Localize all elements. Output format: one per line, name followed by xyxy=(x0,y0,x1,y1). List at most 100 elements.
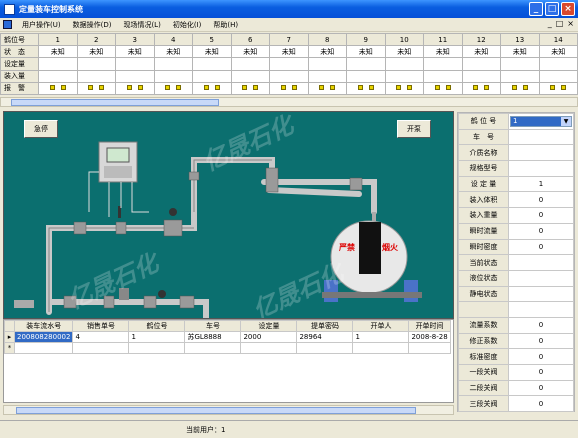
value-cell xyxy=(153,69,193,83)
start-pump-button[interactable]: 开泵 xyxy=(397,120,431,138)
detail-row: 流量系数 0 xyxy=(458,316,574,334)
detail-value: 0 xyxy=(508,348,574,365)
grid-cell[interactable]: 28964 xyxy=(296,331,354,343)
detail-row: 一段关阀 0 xyxy=(458,364,574,381)
column-header[interactable]: 车号 xyxy=(184,320,242,332)
detail-row: 介质名称 xyxy=(458,144,574,162)
app-icon xyxy=(4,3,15,15)
column-header[interactable]: 开单时间 xyxy=(408,320,451,332)
close-button[interactable]: × xyxy=(561,2,575,16)
chevron-down-icon[interactable]: ▼ xyxy=(561,116,571,126)
new-row-icon: * xyxy=(4,342,15,354)
detail-label: 当前状态 xyxy=(458,254,509,271)
top-horizontal-scrollbar[interactable] xyxy=(0,97,578,107)
crane-column-header: 4 xyxy=(153,32,193,47)
value-cell xyxy=(230,69,270,83)
grid-cell[interactable]: 2008-8-28 xyxy=(408,331,451,343)
alarm-indicator-icon xyxy=(522,85,528,91)
alarm-cell xyxy=(307,81,347,96)
menu-init[interactable]: 初始化(I) xyxy=(167,20,208,30)
column-header[interactable]: 设定量 xyxy=(240,320,298,332)
mdi-close-button[interactable]: × xyxy=(567,19,574,28)
mdi-minimize-button[interactable]: _ xyxy=(548,19,552,28)
scrollbar-thumb[interactable] xyxy=(16,407,416,414)
value-cell xyxy=(76,57,116,71)
new-row[interactable]: * xyxy=(4,342,451,354)
alarm-indicator-icon xyxy=(280,85,286,91)
detail-label: 车 号 xyxy=(458,128,509,146)
crane-column-header: 2 xyxy=(76,32,116,47)
detail-row: 装入重量 0 xyxy=(458,207,574,224)
maximize-button[interactable]: □ xyxy=(545,2,559,16)
value-cell xyxy=(76,69,116,83)
grid-cell[interactable] xyxy=(184,342,242,354)
grid-cell[interactable] xyxy=(408,342,451,354)
scrollbar-thumb[interactable] xyxy=(11,99,219,106)
menu-help[interactable]: 帮助(H) xyxy=(207,20,244,30)
status-row: 报 警 xyxy=(0,81,578,96)
tank-warning-left: 严禁 xyxy=(339,243,355,252)
emergency-stop-button[interactable]: 急停 xyxy=(24,120,58,138)
grid-cell[interactable]: 1 xyxy=(128,331,186,343)
alarm-cell xyxy=(153,81,193,96)
column-header[interactable]: 装车流水号 xyxy=(13,320,74,332)
column-header[interactable]: 鹤位号 xyxy=(128,320,186,332)
value-cell xyxy=(38,57,78,71)
detail-label: 流量系数 xyxy=(458,316,509,334)
detail-value xyxy=(508,285,574,303)
crane-status-cell: 未知 xyxy=(307,45,347,59)
grid-horizontal-scrollbar[interactable] xyxy=(3,405,454,415)
detail-value xyxy=(508,128,574,146)
value-cell xyxy=(423,57,463,71)
crane-column-header: 10 xyxy=(384,32,424,47)
grid-cell[interactable] xyxy=(128,342,186,354)
alarm-cell xyxy=(38,81,78,96)
detail-row: 液位状态 xyxy=(458,269,574,287)
crane-column-header: 5 xyxy=(192,32,232,47)
crane-number-select[interactable]: 1 ▼ xyxy=(510,115,572,127)
table-row[interactable]: ▸ 200808280002 4 1 苏GL8888 2000 28964 1 2008-8-2… xyxy=(4,331,451,343)
grid-cell[interactable] xyxy=(13,342,74,354)
alarm-indicator-icon xyxy=(242,85,248,91)
alarm-indicator-icon xyxy=(368,85,374,91)
alarm-cell xyxy=(346,81,386,96)
minimize-button[interactable]: _ xyxy=(529,2,543,16)
mdi-restore-button[interactable]: □ xyxy=(556,19,564,28)
detail-value: 0 xyxy=(508,395,574,413)
detail-row: 瞬时流量 0 xyxy=(458,222,574,240)
menu-site[interactable]: 现场情况(L) xyxy=(117,20,166,30)
detail-value: 0 xyxy=(508,316,574,334)
grid-cell[interactable]: 200808280002 xyxy=(13,331,74,343)
column-header[interactable]: 销售单号 xyxy=(72,320,130,332)
column-header[interactable]: 开单人 xyxy=(352,320,410,332)
menu-data-ops[interactable]: 数据操作(D) xyxy=(67,20,118,30)
row-label: 状 态 xyxy=(0,45,39,59)
grid-cell[interactable]: 4 xyxy=(72,331,130,343)
detail-label: 标准密度 xyxy=(458,348,509,365)
grid-cell[interactable]: 苏GL8888 xyxy=(184,331,242,343)
grid-cell[interactable] xyxy=(240,342,298,354)
column-header[interactable]: 提单密码 xyxy=(296,320,354,332)
detail-value: 0 xyxy=(508,238,574,256)
detail-label: 静电状态 xyxy=(458,285,509,303)
detail-label: 介质名称 xyxy=(458,144,509,162)
alarm-indicator-icon xyxy=(319,85,325,91)
menu-user-ops[interactable]: 用户操作(U) xyxy=(16,20,67,30)
value-cell xyxy=(500,57,540,71)
grid-cell[interactable] xyxy=(72,342,130,354)
grid-cell[interactable]: 1 xyxy=(352,331,410,343)
crane-status-cell: 未知 xyxy=(192,45,232,59)
value-cell xyxy=(346,69,386,83)
value-cell xyxy=(192,69,232,83)
grid-cell[interactable] xyxy=(296,342,354,354)
alarm-indicator-icon xyxy=(484,85,490,91)
grid-cell[interactable] xyxy=(352,342,410,354)
grid-cell[interactable]: 2000 xyxy=(240,331,298,343)
crane-column-header: 1 xyxy=(38,32,78,47)
value-cell xyxy=(384,69,424,83)
detail-row: 车 号 xyxy=(458,128,574,146)
detail-row: 标准密度 0 xyxy=(458,348,574,365)
alarm-cell xyxy=(269,81,309,96)
current-row-icon: ▸ xyxy=(4,331,15,343)
detail-label: 三段关阀 xyxy=(458,395,509,413)
